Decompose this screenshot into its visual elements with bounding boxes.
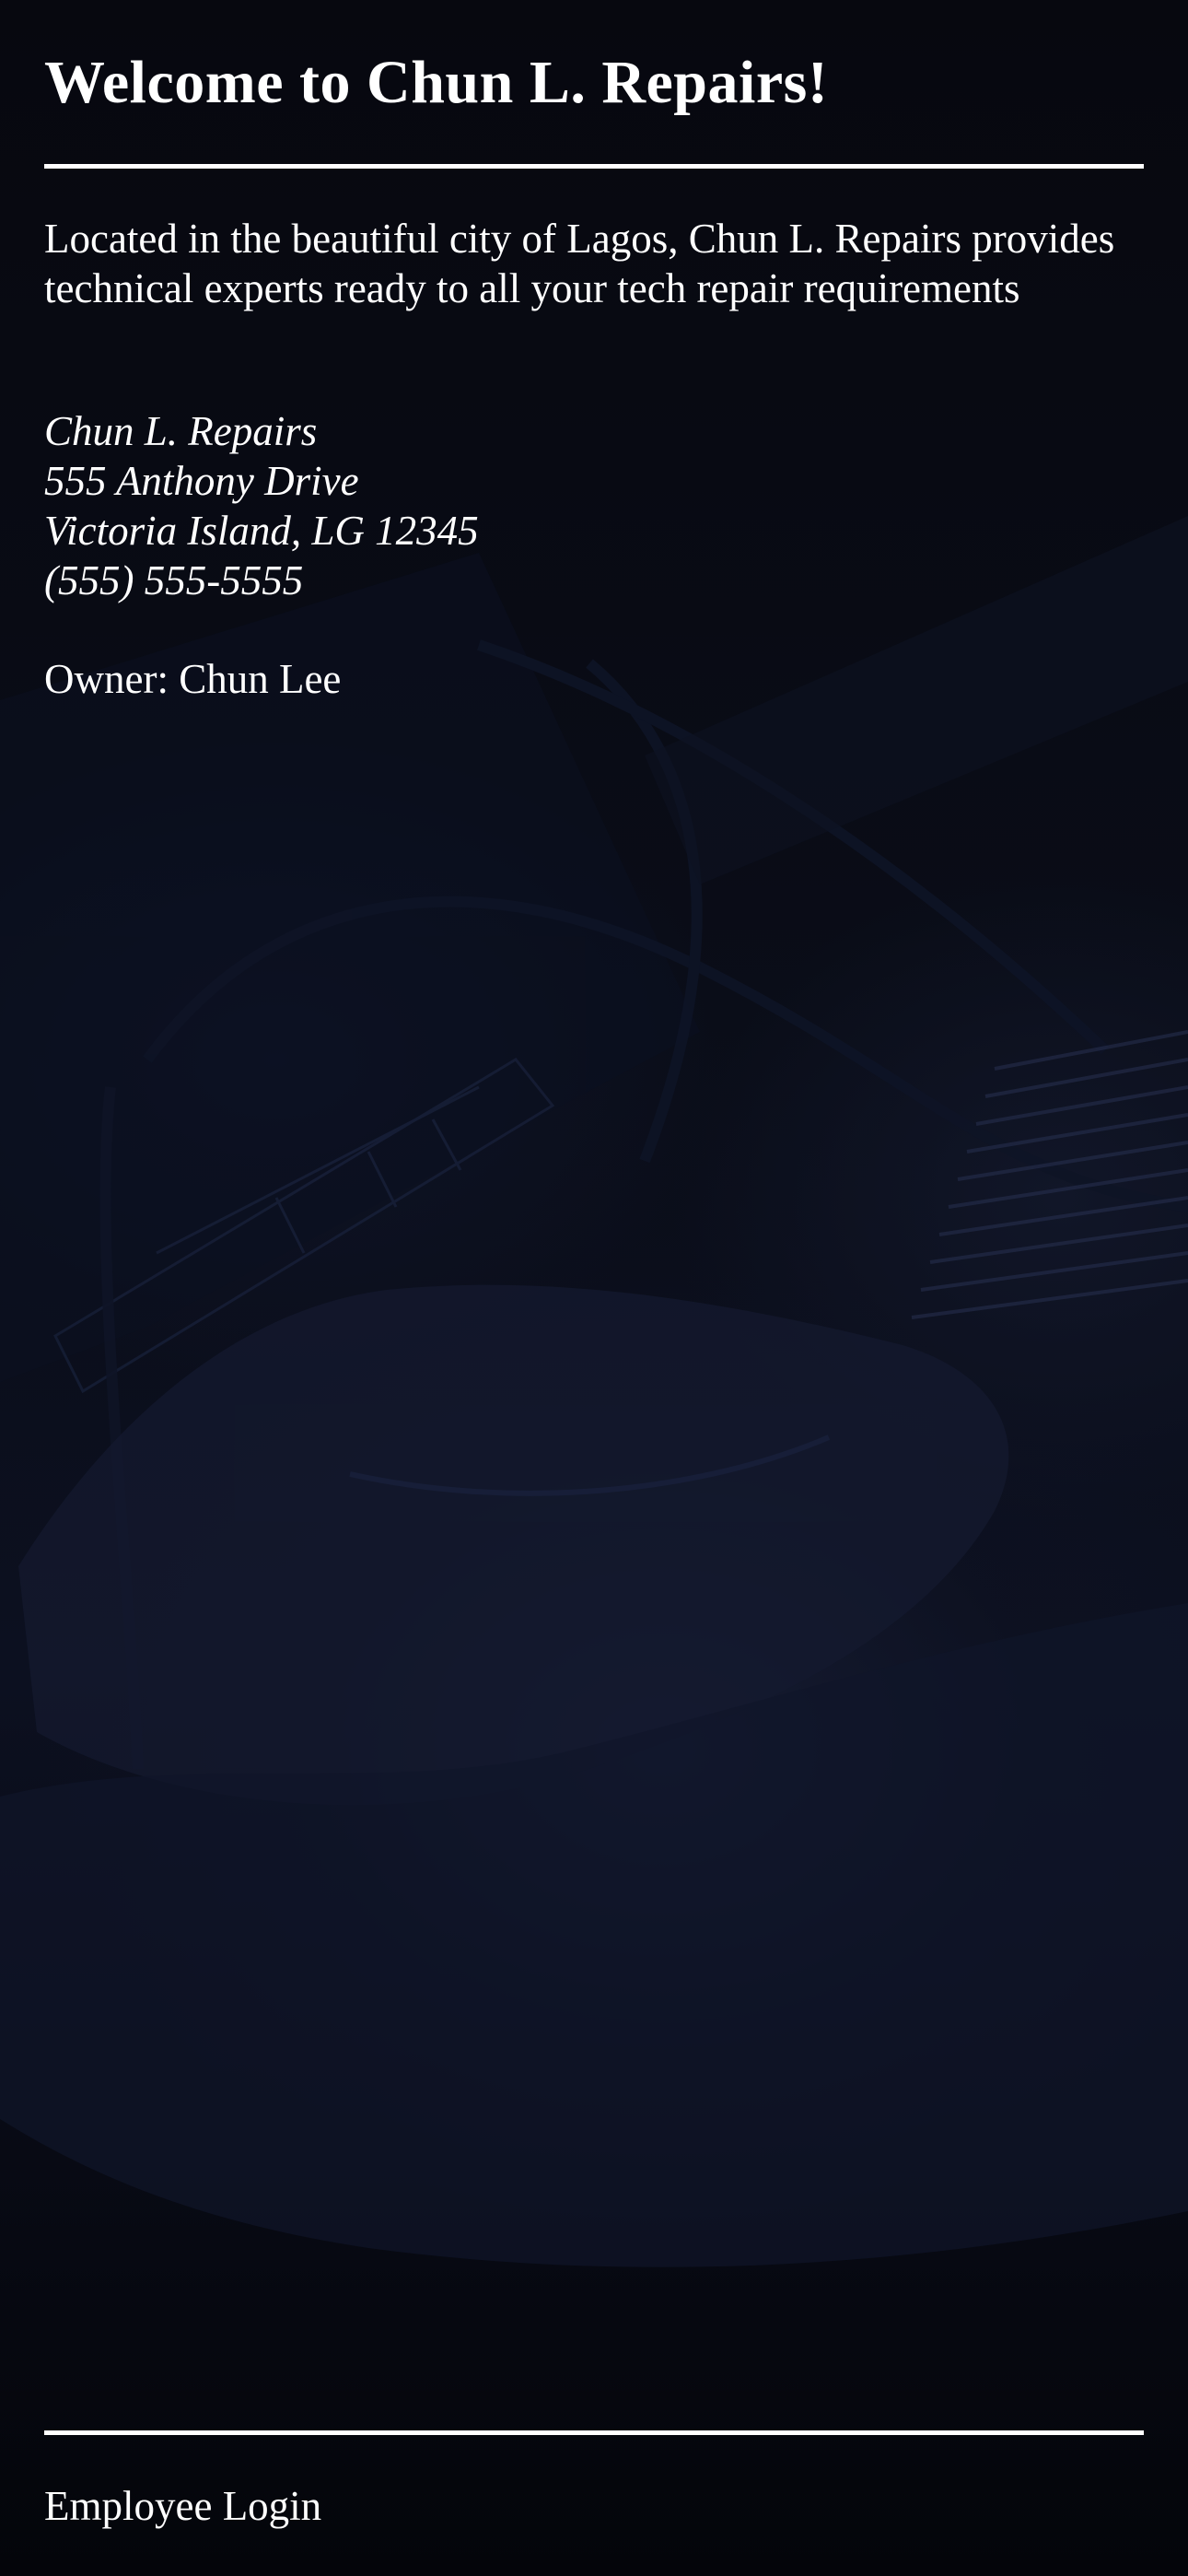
business-address: Chun L. Repairs 555 Anthony Drive Victor…: [44, 406, 479, 605]
circuit-board-repair-photo: [0, 516, 1188, 2267]
page-title: Welcome to Chun L. Repairs!: [44, 49, 829, 116]
intro-paragraph: Located in the beautiful city of Lagos, …: [44, 216, 1115, 311]
background-image: [0, 0, 1188, 2576]
phone-number: (555) 555-5555: [44, 557, 304, 603]
business-name: Chun L. Repairs: [44, 408, 318, 454]
city-line: Victoria Island, LG 12345: [44, 508, 479, 554]
owner-text: Owner: Chun Lee: [44, 656, 342, 702]
street-address: 555 Anthony Drive: [44, 458, 359, 504]
footer-divider: [44, 2430, 1144, 2435]
employee-login-link[interactable]: Employee Login: [44, 2481, 321, 2531]
header-divider: [44, 164, 1144, 169]
